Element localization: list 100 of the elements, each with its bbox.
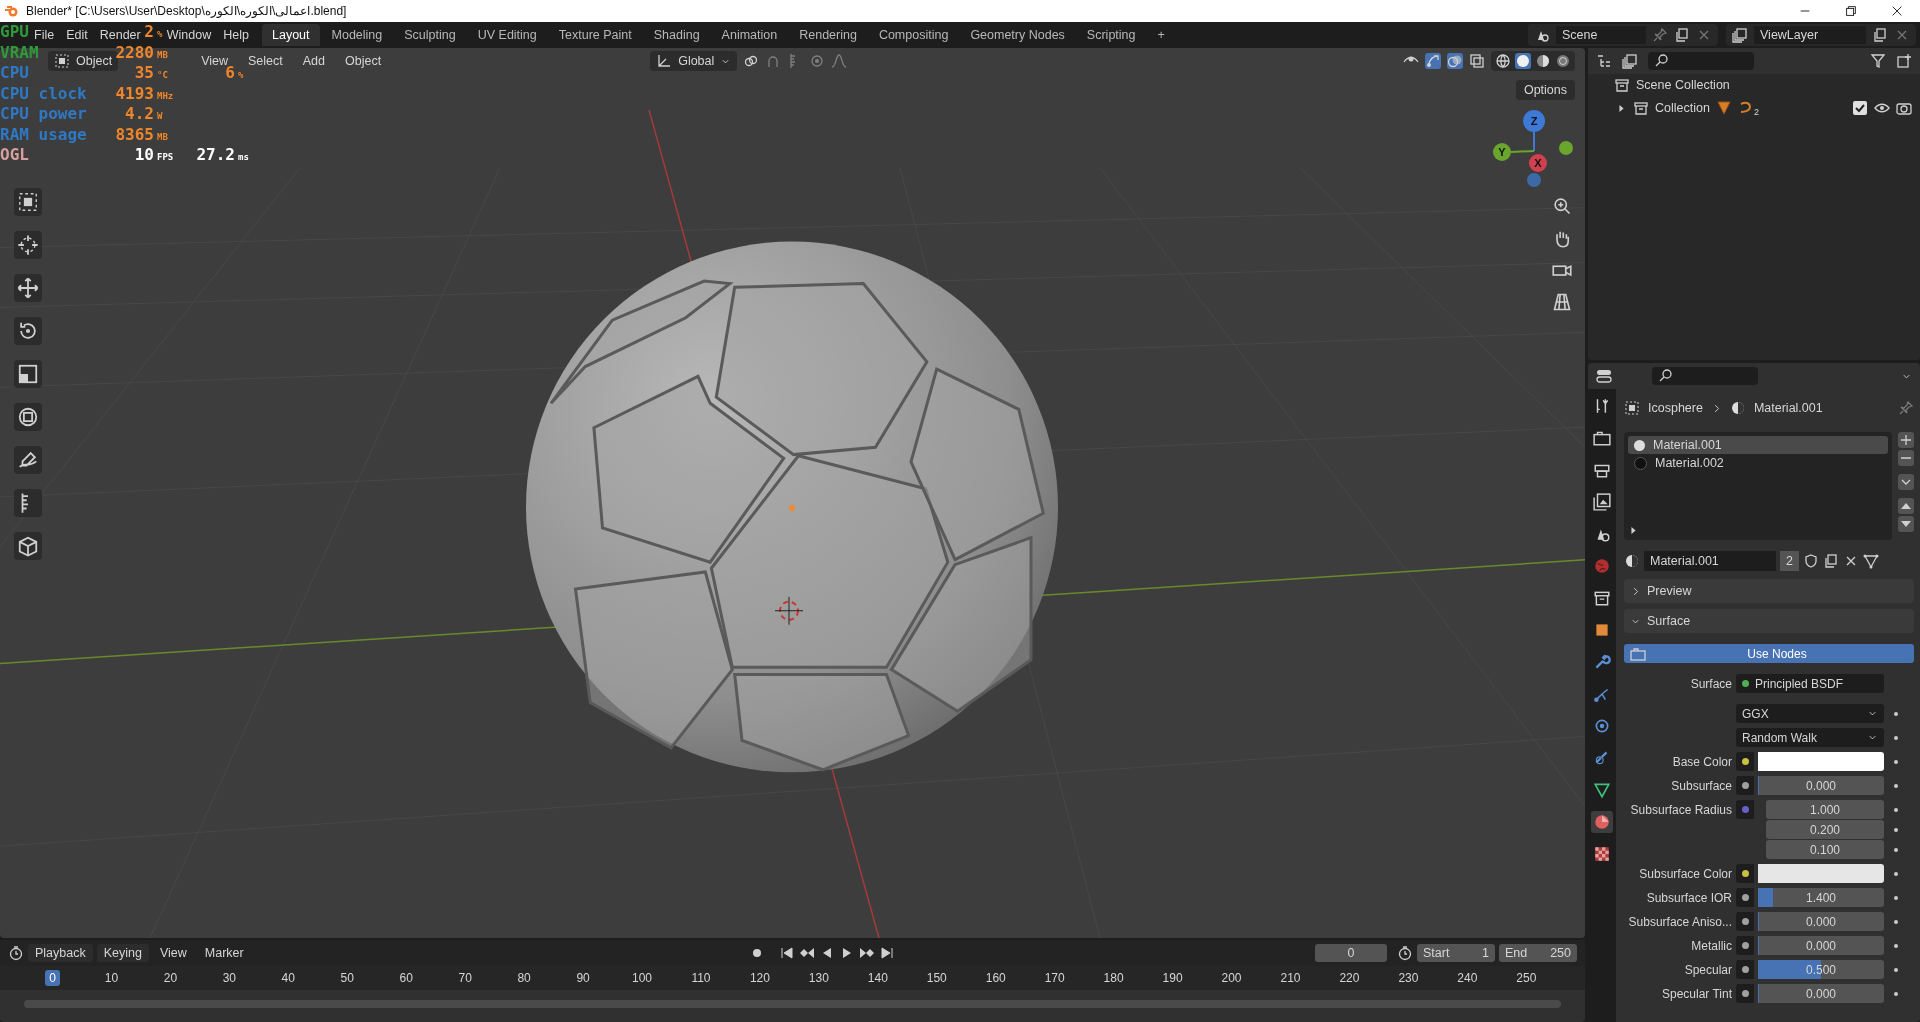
ruler-icon[interactable] xyxy=(14,489,42,517)
minus-icon[interactable] xyxy=(1898,450,1914,466)
menu-item[interactable]: Render xyxy=(99,26,141,44)
jump-start-icon[interactable] xyxy=(778,945,795,961)
checkbox[interactable] xyxy=(1852,100,1868,116)
scale-icon[interactable] xyxy=(14,360,42,388)
keyframe-dot[interactable] xyxy=(1894,872,1898,876)
timeline-menu-item[interactable]: Marker xyxy=(197,944,251,962)
number-slider[interactable]: 0.000 xyxy=(1758,984,1884,1003)
keyframe-dot[interactable] xyxy=(1894,827,1898,832)
chevron-down-icon[interactable] xyxy=(1898,474,1914,490)
pencil-icon[interactable] xyxy=(14,446,42,474)
move-up-icon[interactable] xyxy=(1898,498,1914,514)
copy-icon[interactable] xyxy=(1674,27,1690,43)
keyframe-dot[interactable] xyxy=(1894,968,1898,972)
material-icon[interactable] xyxy=(1624,553,1640,569)
previous-key-icon[interactable] xyxy=(798,945,815,961)
use-nodes-button[interactable]: Use Nodes xyxy=(1624,644,1914,663)
outliner-item[interactable]: Scene Collection xyxy=(1636,78,1730,92)
expand-arrow-icon[interactable] xyxy=(1616,102,1627,114)
workspace-tab[interactable]: Texture Paint xyxy=(548,24,642,46)
user-count[interactable]: 2 xyxy=(1780,551,1799,571)
axis-gizmo-icon[interactable]: Z xyxy=(1523,110,1545,132)
mesh-icon[interactable] xyxy=(1715,100,1732,116)
end-frame-field[interactable]: End 250 xyxy=(1499,944,1577,962)
workspace-tab[interactable]: Sculpting xyxy=(394,24,466,46)
current-frame-field[interactable]: 0 xyxy=(1315,944,1387,962)
move-down-icon[interactable] xyxy=(1898,516,1914,532)
keyframe-dot[interactable] xyxy=(1894,807,1898,812)
timeline-menu-item[interactable]: View xyxy=(152,944,194,962)
workspace-tab[interactable]: Animation xyxy=(711,24,788,46)
camera-icon[interactable] xyxy=(1896,100,1912,116)
socket-dot[interactable] xyxy=(1741,870,1749,877)
tree-icon[interactable] xyxy=(1596,53,1612,69)
workspace-tab[interactable]: Geometry Nodes xyxy=(960,24,1075,46)
proportional-icon[interactable] xyxy=(809,53,826,69)
socket-dot[interactable] xyxy=(1741,990,1749,997)
jump-end-icon[interactable] xyxy=(878,945,895,961)
toggles-icon[interactable] xyxy=(1596,368,1612,384)
layers-icon[interactable] xyxy=(1622,53,1638,69)
workspace-tab[interactable]: Layout xyxy=(262,24,320,46)
cube-icon[interactable] xyxy=(14,532,42,560)
workspace-tab[interactable]: Scripting xyxy=(1076,24,1146,46)
add-workspace-button[interactable]: + xyxy=(1147,24,1175,46)
gizmo-icon[interactable] xyxy=(1425,53,1441,69)
image-icon[interactable] xyxy=(1591,491,1613,513)
keyframe-dot[interactable] xyxy=(1894,712,1898,716)
menu-item[interactable]: File xyxy=(34,26,55,44)
timeline-menu-item[interactable]: Keying xyxy=(96,944,149,962)
zoom-icon[interactable] xyxy=(1552,196,1572,216)
solid-icon[interactable] xyxy=(1515,53,1531,69)
stopwatch-icon[interactable] xyxy=(1397,945,1413,961)
vertices-icon[interactable] xyxy=(1862,553,1879,569)
socket-dot[interactable] xyxy=(1741,782,1749,789)
dropdown[interactable]: GGX xyxy=(1736,704,1884,723)
workspace-tab[interactable]: Rendering xyxy=(789,24,867,46)
copy-icon[interactable] xyxy=(1872,27,1888,43)
start-frame-field[interactable]: Start 1 xyxy=(1417,944,1495,962)
wireframe-icon[interactable] xyxy=(1495,53,1511,69)
timeline-menu-item[interactable]: Playback xyxy=(28,944,93,962)
view-layer-selector[interactable]: ViewLayer xyxy=(1726,24,1916,46)
filter-icon[interactable] xyxy=(1870,53,1886,69)
expand-arrow-icon[interactable] xyxy=(1628,525,1639,536)
keyframe-dot[interactable] xyxy=(1894,784,1898,788)
axis-dot-icon[interactable] xyxy=(1527,173,1541,187)
socket-dot[interactable] xyxy=(1741,966,1749,973)
workspace-tab[interactable]: Modeling xyxy=(321,24,393,46)
axis-gizmo-icon[interactable]: Y xyxy=(1493,143,1511,161)
orientation-dropdown[interactable]: Global xyxy=(650,51,738,71)
panel-header[interactable]: Preview xyxy=(1624,579,1914,603)
search-field[interactable] xyxy=(1652,367,1758,385)
axis-gizmo-icon[interactable]: X xyxy=(1529,154,1547,172)
new-collection-icon[interactable] xyxy=(1896,53,1912,69)
material-slot[interactable]: Material.002 xyxy=(1628,454,1888,472)
workspace-tab[interactable]: Compositing xyxy=(868,24,959,46)
number-field[interactable]: 0.100 xyxy=(1766,840,1884,859)
rendered-icon[interactable] xyxy=(1555,53,1571,69)
select-box-icon[interactable] xyxy=(14,188,42,216)
timeline-scrollbar[interactable] xyxy=(24,1000,1561,1008)
number-field[interactable]: 1.000 xyxy=(1766,800,1884,819)
rotate-icon[interactable] xyxy=(14,317,42,345)
number-slider[interactable]: 0.000 xyxy=(1758,936,1884,955)
3d-cursor-icon[interactable] xyxy=(774,596,804,626)
dropdown[interactable]: Random Walk xyxy=(1736,728,1884,747)
next-key-icon[interactable] xyxy=(858,945,875,961)
xray-icon[interactable] xyxy=(1469,53,1485,69)
keyframe-dot[interactable] xyxy=(1894,896,1898,900)
socket-dot[interactable] xyxy=(1741,942,1749,949)
color-swatch[interactable] xyxy=(1758,864,1884,883)
pin-icon[interactable] xyxy=(1652,27,1668,43)
number-field[interactable]: 0.200 xyxy=(1766,820,1884,839)
cursor-icon[interactable] xyxy=(14,231,42,259)
menu-item[interactable]: Help xyxy=(223,26,249,44)
plus-icon[interactable] xyxy=(1898,432,1914,448)
viewport-menu-item[interactable]: Object xyxy=(338,52,389,70)
material-slot[interactable]: Material.001 xyxy=(1628,436,1888,454)
copy-icon[interactable] xyxy=(1822,553,1839,569)
clock-icon[interactable] xyxy=(8,945,24,961)
socket-dot[interactable] xyxy=(1741,758,1749,765)
menu-item[interactable]: Window xyxy=(166,26,212,44)
